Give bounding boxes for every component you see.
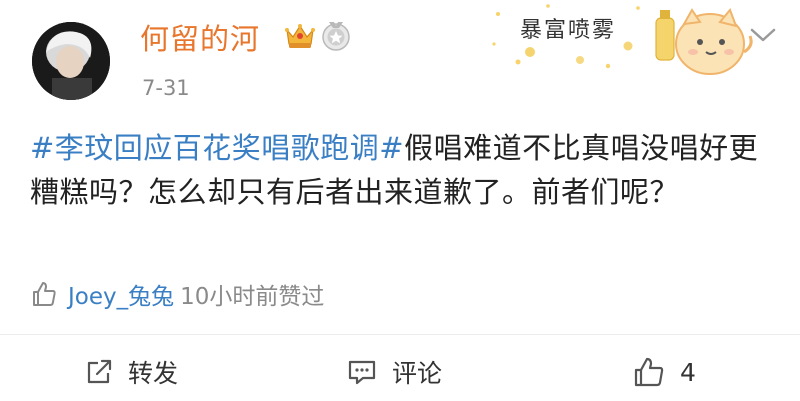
- chevron-down-icon[interactable]: [748, 24, 778, 46]
- like-button[interactable]: 4: [632, 352, 696, 392]
- liked-time-text: 10小时前赞过: [180, 284, 325, 310]
- comment-label: 评论: [392, 359, 443, 388]
- sticker-text: 暴富喷雾: [520, 18, 617, 43]
- thumbs-up-icon: [33, 282, 56, 306]
- repost-icon: [87, 359, 112, 384]
- author-name[interactable]: 何留的河: [140, 16, 260, 58]
- divider: [0, 334, 800, 335]
- liker-name-link[interactable]: Joey_兔兔: [68, 277, 174, 311]
- avatar[interactable]: [32, 22, 110, 100]
- repost-button[interactable]: 转发: [84, 352, 178, 392]
- like-count: 4: [680, 357, 696, 387]
- crown-badge-icon[interactable]: [284, 22, 316, 50]
- post-body: #李玟回应百花奖唱歌跑调#假唱难道不比真唱没唱好更糟糕吗？怎么却只有后者出来道歉…: [30, 126, 770, 214]
- like-icon: [634, 357, 664, 387]
- hashtag-link[interactable]: #李玟回应百花奖唱歌跑调#: [30, 131, 404, 165]
- repost-label: 转发: [128, 359, 179, 388]
- post-timestamp: 7-31: [142, 76, 190, 100]
- liked-by-row: Joey_兔兔 10小时前赞过: [30, 276, 324, 312]
- comment-icon: [348, 360, 376, 385]
- comment-button[interactable]: 评论: [346, 352, 442, 392]
- medal-badge-icon[interactable]: [320, 20, 352, 52]
